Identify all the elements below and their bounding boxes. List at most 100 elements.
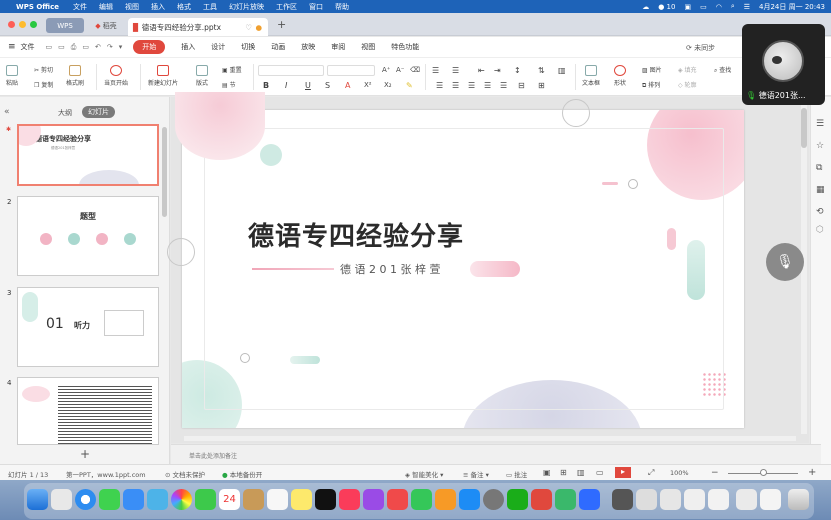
fill-button[interactable]: ◈ 填充 [678, 65, 697, 74]
normal-view-icon[interactable]: ▣ [543, 468, 551, 477]
font-size-select[interactable] [327, 65, 375, 76]
menu-insert[interactable]: 插入 [151, 2, 165, 12]
messages-icon[interactable] [99, 489, 120, 510]
vertical-align-icon[interactable]: ⊟ [518, 81, 525, 90]
mail-icon[interactable] [123, 489, 144, 510]
quick-save-icon[interactable]: ▭ [46, 43, 53, 51]
ribbon-tab-special[interactable]: 特色功能 [391, 42, 419, 52]
docer-tab[interactable]: ◆ 稻壳 [87, 18, 125, 33]
wps-home-tab[interactable]: WPS [46, 18, 84, 33]
slide-thumbnail-4[interactable] [17, 377, 159, 445]
wifi-icon[interactable]: ◠ [716, 3, 722, 11]
sync-status[interactable]: ⟳ 未同步 [686, 43, 715, 53]
wps-status-icon[interactable]: ▣ [684, 3, 691, 11]
beautify-pane-icon[interactable]: ▦ [816, 185, 825, 195]
font-family-select[interactable] [258, 65, 324, 76]
slide-thumbnail-1[interactable]: 德语专四经验分享 德语201张梓萱 [17, 124, 159, 186]
slide-title[interactable]: 德语专四经验分享 [248, 216, 464, 253]
layout-button[interactable]: 版式 [196, 65, 208, 87]
ribbon-tab-review[interactable]: 审阅 [331, 42, 345, 52]
date-time[interactable]: 4月24日 周一 20:43 [759, 2, 825, 12]
ribbon-file-menu[interactable]: 文件 [21, 42, 35, 52]
book-view-icon[interactable]: ▭ [596, 468, 604, 477]
zoom-out-button[interactable]: − [711, 468, 719, 478]
podcasts-icon[interactable] [363, 489, 384, 510]
trash-icon[interactable] [788, 489, 809, 510]
justify-icon[interactable]: ☰ [484, 81, 491, 90]
notes-app-icon[interactable] [291, 489, 312, 510]
downloads-stack-icon[interactable] [684, 489, 705, 510]
notes-pane[interactable]: 单击此处添加备注 [171, 444, 821, 464]
maps-icon[interactable] [147, 489, 168, 510]
system-preferences-icon[interactable] [483, 489, 504, 510]
close-window-button[interactable] [8, 21, 15, 28]
slide-thumbnail-3[interactable]: 01 听力 [17, 287, 159, 367]
quick-preview-icon[interactable]: ▭ [82, 43, 89, 51]
slide-sorter-icon[interactable]: ⊞ [560, 468, 567, 477]
local-backup-status[interactable]: ● 本地备份开 [222, 469, 262, 479]
ribbon-tab-design[interactable]: 设计 [211, 42, 225, 52]
bullets-icon[interactable]: ☰ [432, 66, 439, 75]
smartart-convert-icon[interactable]: ⊞ [538, 81, 545, 90]
tencent-meeting-icon[interactable] [579, 489, 600, 510]
underline-icon[interactable]: U [305, 81, 311, 90]
video-call-overlay[interactable]: 🎙 德语201张... [742, 24, 825, 105]
undo-icon[interactable]: ↶ [95, 43, 101, 51]
menu-help[interactable]: 帮助 [335, 2, 349, 12]
facetime-icon[interactable] [195, 489, 216, 510]
backup-pane-icon[interactable]: ⬡ [816, 225, 824, 235]
launchpad-icon[interactable] [51, 489, 72, 510]
clear-format-icon[interactable]: ⌫ [410, 66, 420, 74]
cloud-icon[interactable]: ☁ [642, 3, 649, 11]
maximize-window-button[interactable] [30, 21, 37, 28]
comments-button[interactable]: ▭ 批注 [506, 469, 527, 479]
ribbon-tab-slideshow[interactable]: 放映 [301, 42, 315, 52]
reset-button[interactable]: ▣ 重置 [222, 65, 242, 74]
recent-document-icon[interactable] [636, 489, 657, 510]
hamburger-menu-icon[interactable]: ≡ [8, 42, 16, 52]
menu-tools[interactable]: 工具 [203, 2, 217, 12]
section-button[interactable]: ▤ 节 [222, 80, 236, 89]
highlight-icon[interactable]: ✎ [406, 81, 413, 90]
cut-button[interactable]: ✂ 剪切 [34, 65, 53, 74]
thumbnail-scrollbar[interactable] [162, 127, 167, 217]
calendar-icon[interactable]: 24 [219, 489, 240, 510]
subscript-icon[interactable]: X₂ [384, 81, 392, 89]
selection-pane-icon[interactable]: ⧉ [816, 163, 822, 173]
line-spacing-icon[interactable]: ↕ [514, 66, 521, 75]
new-slide-button[interactable]: 新建幻灯片 [148, 65, 178, 87]
collapse-panel-icon[interactable]: « [4, 107, 10, 117]
find-button[interactable]: ⌕ 查找 [714, 65, 731, 75]
strikethrough-icon[interactable]: S [325, 81, 330, 90]
menu-slideshow[interactable]: 幻灯片放映 [229, 2, 264, 12]
media-player-icon[interactable] [555, 489, 576, 510]
minimize-window-button[interactable] [19, 21, 26, 28]
ribbon-tab-home[interactable]: 开始 [133, 40, 166, 54]
slide-subtitle[interactable]: 德 语 2 0 1 张 梓 萱 [340, 261, 440, 277]
menu-workspace[interactable]: 工作区 [276, 2, 297, 12]
quick-access-dropdown-icon[interactable]: ▾ [119, 43, 123, 51]
unsaved-dot-icon[interactable]: ● [255, 23, 262, 32]
picture-button[interactable]: ▨ 图片 [642, 65, 662, 74]
italic-icon[interactable]: I [285, 81, 287, 90]
distributed-icon[interactable]: ☰ [500, 81, 507, 90]
menu-view[interactable]: 视图 [125, 2, 139, 12]
recent-file-icon[interactable] [760, 489, 781, 510]
tab-bookmark-icon[interactable]: ♡ [245, 23, 252, 32]
smart-beautify-button[interactable]: ◈ 智能美化 ▾ [405, 469, 443, 479]
menu-format[interactable]: 格式 [177, 2, 191, 12]
paste-button[interactable]: 粘贴 [6, 65, 18, 87]
current-slide[interactable]: 德语专四经验分享 德 语 2 0 1 张 梓 萱 [182, 110, 744, 428]
superscript-icon[interactable]: X² [364, 81, 372, 89]
slide-thumbnail-2[interactable]: 题型 [17, 196, 159, 276]
notes-toggle-button[interactable]: ≡ 备注 ▾ [463, 469, 489, 479]
quick-export-icon[interactable]: ▭ [58, 43, 65, 51]
zoom-level[interactable]: 100% [670, 469, 689, 477]
font-increase-icon[interactable]: A⁺ [382, 66, 390, 74]
numbers-icon[interactable] [411, 489, 432, 510]
zoom-in-button[interactable]: + [808, 467, 816, 478]
documents-stack-icon[interactable] [708, 489, 729, 510]
finder-icon[interactable] [27, 489, 48, 510]
apple-tv-icon[interactable] [315, 489, 336, 510]
app-name-menu[interactable]: WPS Office [16, 3, 59, 11]
